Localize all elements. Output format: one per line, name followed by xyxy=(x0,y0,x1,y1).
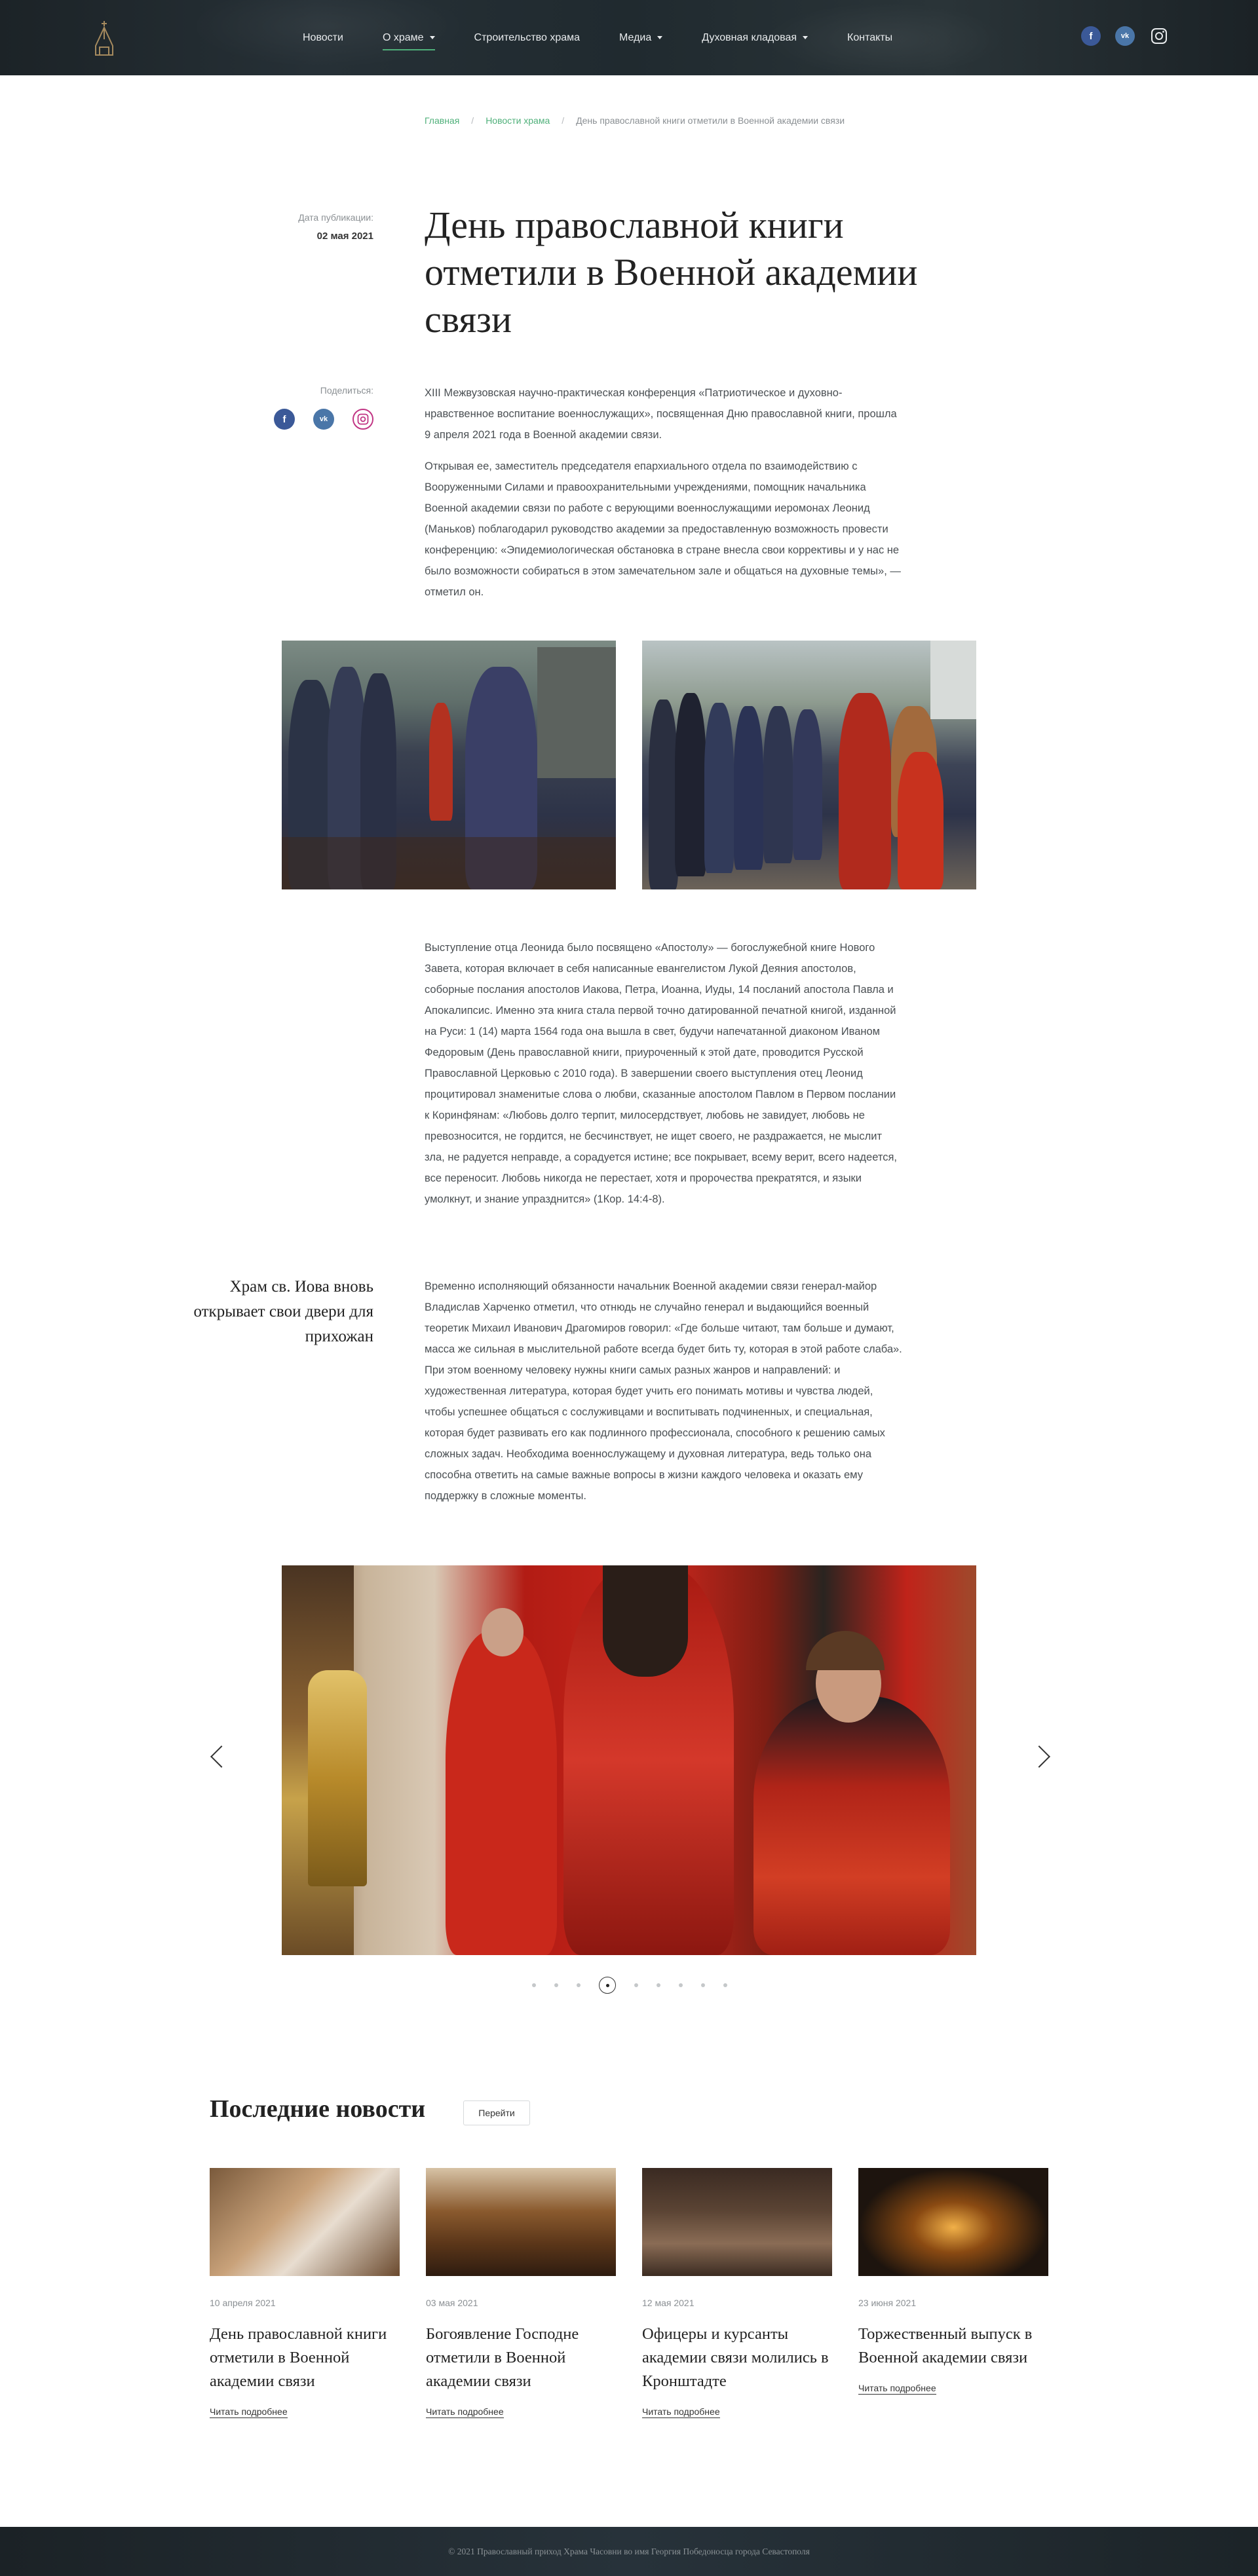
nav-label: О храме xyxy=(382,31,424,43)
publication-date: 02 мая 2021 xyxy=(316,231,373,242)
news-card-image[interactable] xyxy=(858,2168,1048,2276)
news-card-date: 12 мая 2021 xyxy=(642,2298,695,2308)
read-more-link[interactable]: Читать подробнее xyxy=(642,2406,720,2418)
news-card-date: 23 июня 2021 xyxy=(858,2298,917,2308)
news-card-image[interactable] xyxy=(426,2168,616,2276)
pagination-dot[interactable] xyxy=(657,1983,660,1987)
article-photo-sailors xyxy=(282,641,616,889)
pagination-dot[interactable] xyxy=(679,1983,683,1987)
breadcrumb-current: День православной книги отметили в Военн… xyxy=(576,115,845,126)
header-socials: f vk xyxy=(1081,26,1169,46)
pagination-dot[interactable] xyxy=(577,1983,581,1987)
chevron-right-icon[interactable] xyxy=(1028,1745,1050,1768)
chevron-left-icon[interactable] xyxy=(210,1745,233,1768)
news-card-image[interactable] xyxy=(210,2168,400,2276)
share-icons: f vk xyxy=(274,409,373,430)
site-footer: © 2021 Православный приход Храма Часовни… xyxy=(0,2527,1258,2576)
facebook-icon[interactable]: f xyxy=(1081,26,1101,46)
pagination-dot[interactable] xyxy=(634,1983,638,1987)
article-title: День православной книги отметили в Военн… xyxy=(425,204,918,341)
news-card-title[interactable]: Офицеры и курсанты академии связи молили… xyxy=(642,2323,832,2393)
nav-item-about[interactable]: О храме xyxy=(382,31,435,50)
site-header: Новости О храме Строительство храма Меди… xyxy=(0,0,1258,75)
nav-label: Медиа xyxy=(619,31,652,43)
breadcrumb-section[interactable]: Новости храма xyxy=(486,115,550,126)
news-card-image[interactable] xyxy=(642,2168,832,2276)
article-paragraph: Выступление отца Леонида было посвящено … xyxy=(425,942,897,1205)
vk-icon[interactable]: vk xyxy=(313,409,334,430)
gallery-pagination xyxy=(532,1977,727,1994)
pagination-dot[interactable] xyxy=(532,1983,536,1987)
news-card[interactable]: 23 июня 2021 Торжественный выпуск в Воен… xyxy=(858,2168,1048,2395)
nav-item-news[interactable]: Новости xyxy=(303,32,343,44)
instagram-icon[interactable] xyxy=(1149,26,1169,46)
instagram-icon[interactable] xyxy=(353,409,373,430)
read-more-link[interactable]: Читать подробнее xyxy=(210,2406,288,2418)
date-label: Дата публикации: xyxy=(298,212,373,223)
pull-quote: Храм св. Иова вновь открывает свои двери… xyxy=(193,1278,373,1345)
article-paragraph: Открывая ее, заместитель председателя еп… xyxy=(425,460,901,598)
news-card[interactable]: 03 мая 2021 Богоявление Господне отметил… xyxy=(426,2168,616,2418)
copyright-text: © 2021 Православный приход Храма Часовни… xyxy=(448,2546,810,2556)
read-more-link[interactable]: Читать подробнее xyxy=(858,2383,936,2395)
share-label: Поделиться: xyxy=(320,385,373,396)
breadcrumb-separator: / xyxy=(562,115,565,126)
news-card-title[interactable]: Богоявление Господне отметили в Военной … xyxy=(426,2323,616,2393)
pagination-dot[interactable] xyxy=(723,1983,727,1987)
pagination-dot[interactable] xyxy=(554,1983,558,1987)
news-card-date: 10 апреля 2021 xyxy=(210,2298,276,2308)
article-photo-blessing xyxy=(642,641,976,889)
caret-down-icon xyxy=(803,36,809,39)
nav-label: Строительство храма xyxy=(474,31,581,43)
news-card-date: 03 мая 2021 xyxy=(426,2298,478,2308)
nav-item-media[interactable]: Медиа xyxy=(619,31,663,44)
nav-item-spiritual[interactable]: Духовная кладовая xyxy=(702,31,809,44)
article-paragraph: XIII Межвузовская научно-практическая ко… xyxy=(425,387,897,441)
nav-label: Новости xyxy=(303,31,343,43)
read-more-link[interactable]: Читать подробнее xyxy=(426,2406,504,2418)
nav-item-contacts[interactable]: Контакты xyxy=(847,32,892,44)
breadcrumb-separator: / xyxy=(471,115,474,126)
nav-label: Духовная кладовая xyxy=(702,31,797,43)
pagination-dot-active[interactable] xyxy=(599,1977,616,1994)
nav-item-construction[interactable]: Строительство храма xyxy=(474,32,581,44)
goto-news-button[interactable]: Перейти xyxy=(463,2100,530,2125)
vk-icon[interactable]: vk xyxy=(1115,26,1135,46)
church-logo-icon[interactable] xyxy=(89,20,119,56)
article-paragraph: Временно исполняющий обязанности начальн… xyxy=(425,1280,902,1502)
nav-label: Контакты xyxy=(847,31,893,43)
main-nav: Новости О храме Строительство храма Меди… xyxy=(303,0,932,75)
breadcrumb: Главная / Новости храма / День православ… xyxy=(425,115,845,126)
caret-down-icon xyxy=(429,36,435,39)
news-card-title[interactable]: День православной книги отметили в Военн… xyxy=(210,2323,400,2393)
facebook-icon[interactable]: f xyxy=(274,409,295,430)
news-card[interactable]: 10 апреля 2021 День православной книги о… xyxy=(210,2168,400,2418)
caret-down-icon xyxy=(657,36,663,39)
pagination-dot[interactable] xyxy=(701,1983,705,1987)
breadcrumb-home[interactable]: Главная xyxy=(425,115,459,126)
news-card[interactable]: 12 мая 2021 Офицеры и курсанты академии … xyxy=(642,2168,832,2418)
news-card-title[interactable]: Торжественный выпуск в Военной академии … xyxy=(858,2323,1048,2370)
gallery-slide-image xyxy=(282,1565,976,1955)
latest-news-heading: Последние новости xyxy=(210,2095,426,2123)
